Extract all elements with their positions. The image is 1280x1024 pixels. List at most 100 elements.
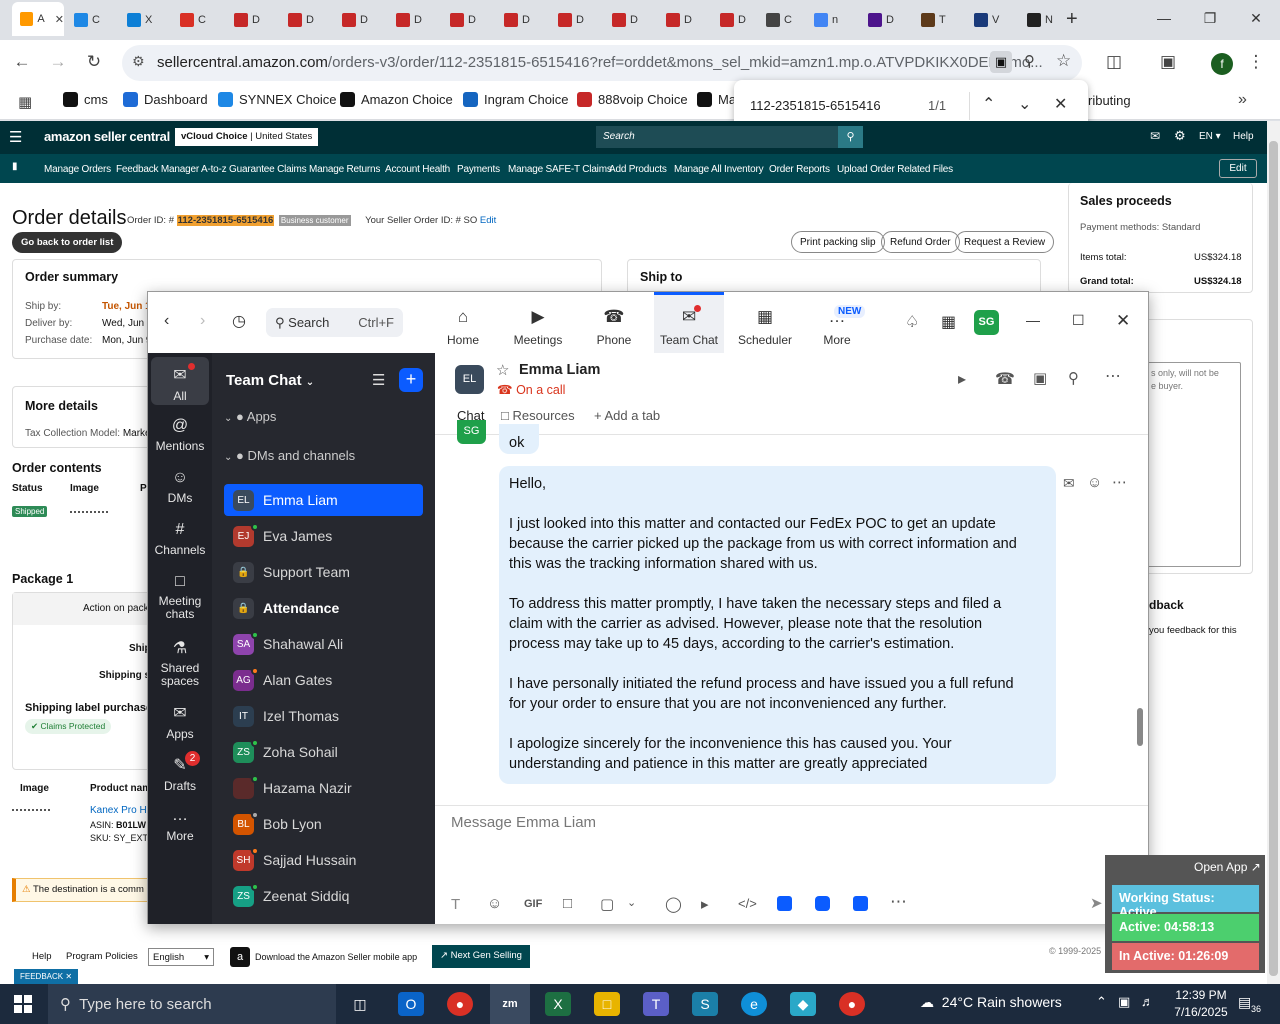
zoom-close-icon[interactable]: ✕ bbox=[1116, 311, 1130, 331]
browser-tab[interactable]: D bbox=[550, 6, 602, 34]
browser-tab[interactable]: C bbox=[172, 6, 224, 34]
seller-nav-link[interactable]: Account Health bbox=[385, 164, 450, 175]
screenshot-dropdown-icon[interactable]: ⌄ bbox=[627, 896, 636, 909]
open-app-link[interactable]: Open App ↗ bbox=[1194, 860, 1261, 874]
section-apps[interactable]: ⌄ ● Apps bbox=[224, 409, 276, 424]
contact-item[interactable]: SH Sajjad Hussain bbox=[224, 844, 423, 876]
weather-widget[interactable]: ☁ 24°C Rain showers bbox=[920, 994, 1062, 1011]
teams-icon[interactable]: T bbox=[643, 992, 669, 1016]
restore-icon[interactable]: ❐ bbox=[1200, 10, 1220, 27]
seller-nav-link[interactable]: Add Products bbox=[609, 164, 667, 175]
footer-help-link[interactable]: Help bbox=[32, 951, 52, 962]
lens-icon[interactable]: ▣ bbox=[990, 51, 1012, 73]
bookmark-item[interactable]: SYNNEX Choice bbox=[218, 92, 337, 107]
zoom-maximize-icon[interactable]: ☐ bbox=[1072, 312, 1085, 329]
seller-nav-link[interactable]: A-to-z Guarantee Claims bbox=[201, 164, 307, 175]
rail-mentions[interactable]: @ Mentions bbox=[151, 409, 209, 457]
back-icon[interactable]: ← bbox=[10, 52, 34, 72]
browser-tab[interactable]: C bbox=[66, 6, 118, 34]
video-call-icon[interactable]: ▸ bbox=[958, 369, 966, 389]
user-avatar[interactable]: SG bbox=[974, 310, 999, 335]
find-next-icon[interactable]: ⌄ bbox=[1018, 94, 1031, 114]
bookmark-item[interactable]: cms bbox=[63, 92, 108, 107]
feedback-close-icon[interactable]: ✕ bbox=[65, 972, 72, 981]
gif-button[interactable]: GIF bbox=[524, 898, 542, 910]
tab-home[interactable]: ⌂ Home bbox=[436, 292, 490, 353]
contact-item[interactable]: SA Shahawal Ali bbox=[224, 628, 423, 660]
zoom-icon[interactable]: ⚲ bbox=[1024, 52, 1035, 70]
chrome-icon[interactable]: ● bbox=[447, 992, 473, 1016]
minimize-icon[interactable]: — bbox=[1154, 10, 1174, 26]
settings-gear-icon[interactable]: ⚙ bbox=[1174, 128, 1186, 144]
seller-nav-link[interactable]: Manage All Inventory bbox=[674, 164, 764, 175]
browser-tab[interactable]: X bbox=[119, 6, 171, 34]
store-switcher[interactable]: vCloud Choice | United States bbox=[175, 128, 319, 146]
bookmark-star-icon[interactable]: ☆ bbox=[1056, 51, 1071, 71]
tab-search-icon[interactable]: ▣ bbox=[1156, 52, 1180, 72]
emoji-icon[interactable]: ☺ bbox=[487, 895, 502, 912]
find-prev-icon[interactable]: ⌃ bbox=[982, 94, 995, 114]
refund-order-button[interactable]: Refund Order bbox=[881, 231, 960, 253]
message-more-icon[interactable]: ⋯ bbox=[1112, 473, 1127, 491]
reply-thread-icon[interactable]: ✉ bbox=[1063, 475, 1075, 492]
seller-search-icon[interactable]: ⚲ bbox=[838, 126, 863, 148]
team-chat-title[interactable]: Team Chat ⌄ bbox=[226, 372, 314, 389]
rail-more[interactable]: … More bbox=[151, 799, 209, 847]
app-icon-2[interactable] bbox=[815, 896, 830, 911]
contact-item[interactable]: BL Bob Lyon bbox=[224, 808, 423, 840]
mail-icon[interactable]: ✉ bbox=[1150, 129, 1160, 143]
taskbar-search-box[interactable]: ⚲ Type here to search bbox=[48, 984, 336, 1024]
print-packing-slip-button[interactable]: Print packing slip bbox=[791, 231, 885, 253]
sheets-script-icon[interactable]: S bbox=[692, 992, 718, 1016]
contact-item[interactable]: ZS Zeenat Siddiq bbox=[224, 880, 423, 912]
message-input[interactable]: Message Emma Liam bbox=[451, 814, 596, 831]
contact-item[interactable]: ZS Zoha Sohail bbox=[224, 736, 423, 768]
browser-tab[interactable]: n bbox=[806, 6, 858, 34]
reload-icon[interactable]: ↻ bbox=[82, 52, 106, 72]
footer-mobile-app-link[interactable]: a Download the Amazon Seller mobile app bbox=[230, 947, 417, 967]
back-to-orders-button[interactable]: Go back to order list bbox=[12, 232, 123, 253]
site-info-icon[interactable]: ⚙ bbox=[132, 53, 145, 70]
contact-item[interactable]: EJ Eva James bbox=[224, 520, 423, 552]
seller-nav-link[interactable]: Manage Orders bbox=[44, 164, 111, 175]
composer-more-icon[interactable]: ⋯ bbox=[890, 892, 907, 912]
seller-note-textarea[interactable]: s only, will not be e buyer. bbox=[1145, 362, 1241, 567]
feedback-tab[interactable]: FEEDBACK ✕ bbox=[14, 969, 79, 984]
browser-tab[interactable]: D bbox=[658, 6, 710, 34]
file-icon[interactable]: □ bbox=[563, 895, 572, 912]
contact-item[interactable]: EL Emma Liam bbox=[224, 484, 423, 516]
header-help-link[interactable]: Help bbox=[1233, 131, 1254, 142]
browser-tab[interactable]: N bbox=[1019, 6, 1071, 34]
browser-menu-icon[interactable]: ⋮ bbox=[1244, 52, 1268, 72]
browser-tab[interactable]: T bbox=[913, 6, 965, 34]
browser-tab[interactable]: D bbox=[388, 6, 440, 34]
browser-tab[interactable]: V bbox=[966, 6, 1018, 34]
contact-item[interactable]: AG Alan Gates bbox=[224, 664, 423, 696]
excel-icon[interactable]: X bbox=[545, 992, 571, 1016]
favorite-star-icon[interactable]: ☆ bbox=[496, 361, 509, 379]
contact-item[interactable]: IT Izel Thomas bbox=[224, 700, 423, 732]
screenshot-icon[interactable]: ▢ bbox=[600, 895, 614, 913]
zoom-search-bar[interactable]: ⚲ Search Ctrl+F bbox=[266, 308, 403, 337]
language-selector[interactable]: EN ▾ bbox=[1199, 131, 1221, 142]
contact-item[interactable]: Hazama Nazir bbox=[224, 772, 423, 804]
bookmark-item[interactable]: 888voip Choice bbox=[577, 92, 688, 107]
bookmark-item[interactable]: Dashboard bbox=[123, 92, 208, 107]
compose-plus-button[interactable]: + bbox=[399, 368, 423, 392]
chrome-profile-icon[interactable]: ● bbox=[839, 992, 865, 1016]
browser-tab[interactable]: D bbox=[442, 6, 494, 34]
tab-resources[interactable]: □ Resources bbox=[501, 408, 575, 423]
rail-shared-spaces[interactable]: ⚗ Shared spaces bbox=[151, 630, 209, 690]
page-scrollbar-thumb[interactable] bbox=[1269, 141, 1278, 976]
browser-tab[interactable]: D bbox=[280, 6, 332, 34]
tab-add[interactable]: + Add a tab bbox=[594, 408, 660, 423]
tab-meetings[interactable]: ▶ Meetings bbox=[507, 292, 569, 353]
seller-nav-link[interactable]: Feedback Manager bbox=[116, 164, 199, 175]
profile-avatar[interactable]: f bbox=[1211, 53, 1233, 75]
rail-meeting-chats[interactable]: □ Meeting chats bbox=[151, 565, 209, 625]
audio-call-icon[interactable]: ☎ bbox=[995, 369, 1015, 389]
hamburger-icon[interactable]: ☰ bbox=[9, 128, 22, 146]
app-icon-3[interactable] bbox=[853, 896, 868, 911]
request-review-button[interactable]: Request a Review bbox=[955, 231, 1055, 253]
seller-nav-link[interactable]: Payments bbox=[457, 164, 500, 175]
